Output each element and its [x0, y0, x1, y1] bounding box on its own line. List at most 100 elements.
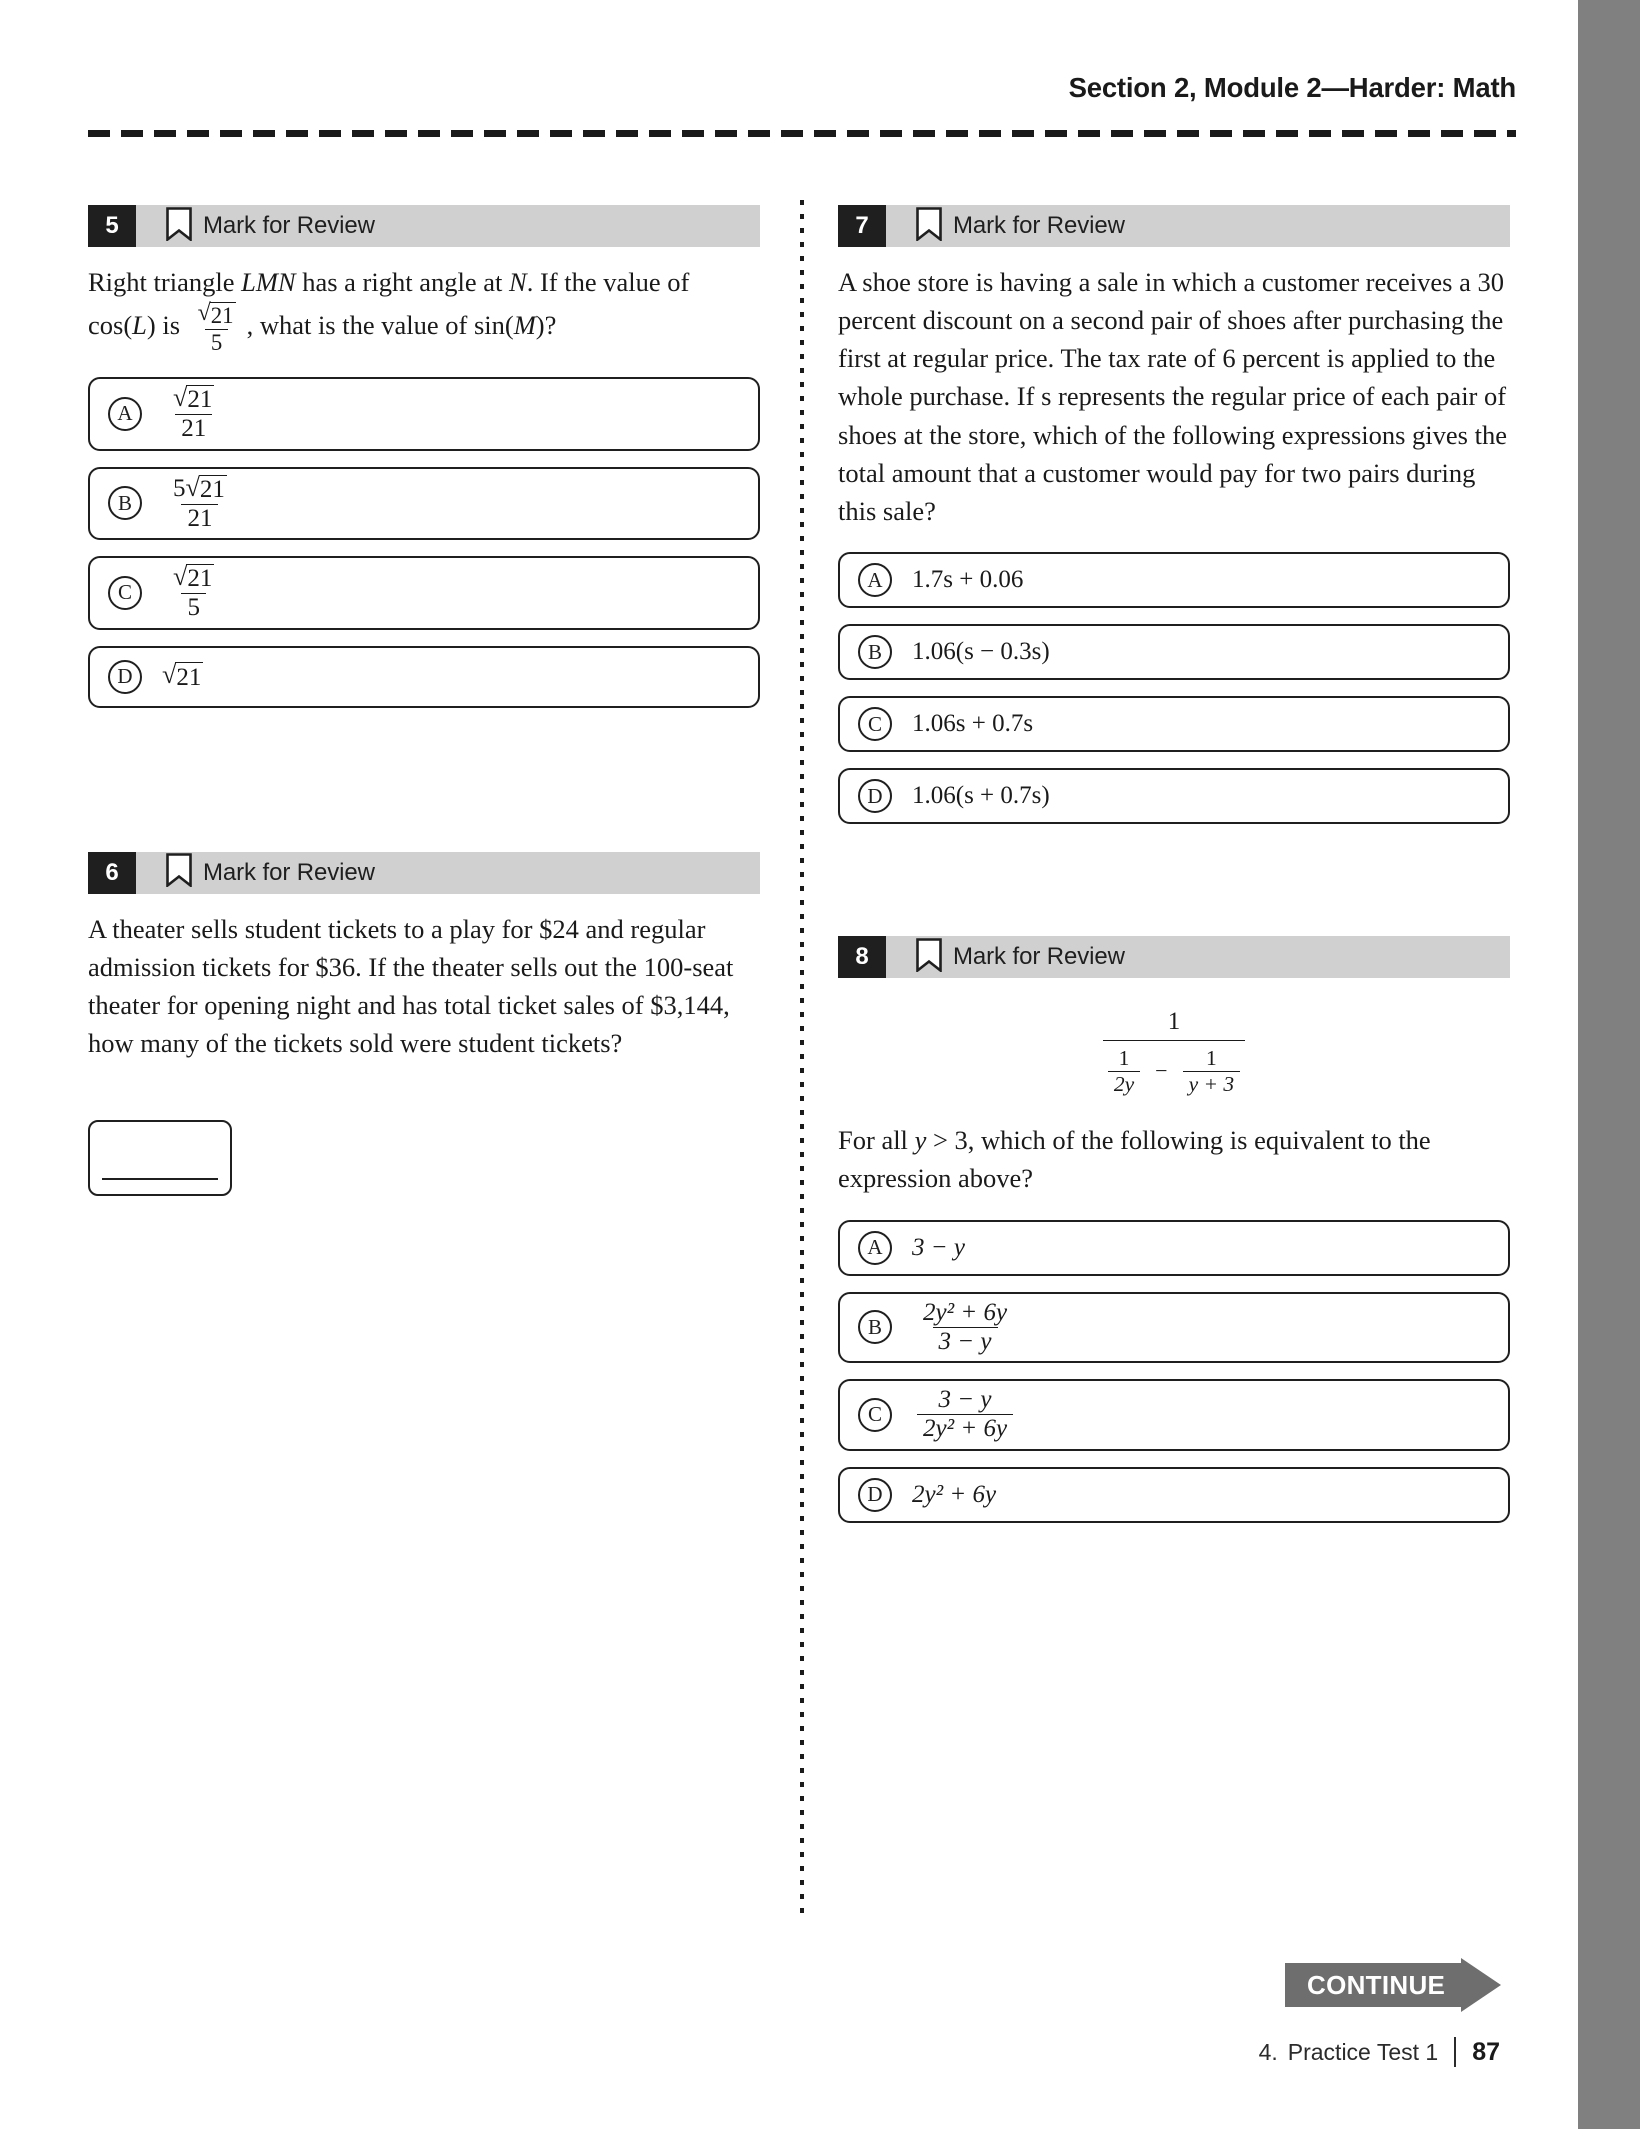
book-section-title: Practice Test 1: [1287, 2038, 1439, 2065]
choice-bubble-a[interactable]: A: [858, 1230, 892, 1265]
question-header-8: 8 Mark for Review: [838, 936, 1510, 979]
variable-l: L: [132, 310, 147, 341]
choice-text-b: 2y² + 6y 3 − y: [912, 1298, 1018, 1356]
complex-fraction-denominator: 1 2y − 1 y + 3: [1102, 1040, 1246, 1096]
fraction-denominator: 21: [181, 503, 219, 532]
continue-button[interactable]: CONTINUE: [1285, 1958, 1502, 2012]
bookmark-icon[interactable]: [916, 206, 942, 246]
bookmark-icon[interactable]: [166, 853, 192, 892]
mark-for-review-label-5[interactable]: Mark for Review: [203, 212, 375, 240]
inline-fraction-cos-value: √ 21 5: [192, 301, 242, 355]
stem-text-part: > 3, which of the following is equivalen…: [838, 1125, 1431, 1194]
mark-for-review-label-7[interactable]: Mark for Review: [953, 212, 1125, 240]
choice-option-a[interactable]: A 3 − y: [838, 1219, 1510, 1276]
choice-option-b[interactable]: B 1.06(s − 0.3s): [838, 624, 1510, 681]
sqrt-icon: √ 21: [162, 659, 204, 691]
choice-bubble-d[interactable]: D: [858, 1477, 892, 1512]
choice-bubble-c[interactable]: C: [108, 575, 142, 610]
radicand: 21: [209, 302, 236, 329]
radicand: 21: [198, 474, 227, 503]
answer-underline: [102, 1177, 218, 1181]
variable-m: M: [513, 310, 536, 341]
choice-bubble-a[interactable]: A: [858, 563, 892, 598]
sqrt-icon: √ 21: [197, 300, 236, 329]
minus-operator: −: [1155, 1058, 1168, 1084]
inner-denominator: 2y: [1107, 1070, 1141, 1096]
choice-text-c: 3 − y 2y² + 6y: [912, 1386, 1018, 1443]
choice-option-c[interactable]: C 1.06s + 0.7s: [838, 696, 1510, 753]
question-stem-8: For all y > 3, which of the following is…: [838, 1121, 1510, 1197]
choice-option-c[interactable]: C 3 − y 2y² + 6y: [838, 1379, 1510, 1451]
fraction-denominator: 21: [175, 414, 213, 442]
fraction-denominator: 3 − y: [932, 1326, 998, 1355]
question-number-7: 7: [838, 205, 886, 247]
fraction-coefficient: 5: [173, 474, 186, 502]
running-head: Section 2, Module 2—Harder: Math: [1068, 72, 1517, 103]
radicand: 21: [186, 385, 215, 413]
stem-text-part: ) is: [146, 310, 187, 341]
choice-option-d[interactable]: D 2y² + 6y: [838, 1466, 1510, 1523]
fraction-denominator: 5: [204, 329, 229, 355]
bookmark-icon[interactable]: [916, 937, 942, 977]
fraction: √ 21 5: [167, 562, 220, 622]
display-expression-8: 1 1 2y − 1 y + 3: [838, 1008, 1510, 1095]
complex-fraction-numerator: 1: [1167, 1008, 1181, 1036]
page-number: 87: [1472, 2037, 1500, 2066]
choice-text-d: √ 21: [162, 659, 204, 692]
sqrt-icon: √ 21: [185, 472, 227, 503]
choice-option-a[interactable]: A 1.7s + 0.06: [838, 552, 1510, 609]
sqrt-icon: √ 21: [173, 562, 215, 592]
answer-input-box-6[interactable]: [88, 1120, 232, 1197]
right-edge-bleed-bar: [1578, 0, 1640, 2129]
question-block-5: 5 Mark for Review Right triangle LMN has…: [88, 205, 760, 708]
inner-numerator: 1: [1118, 1046, 1130, 1071]
mark-for-review-label-6[interactable]: Mark for Review: [203, 859, 375, 887]
question-header-7: 7 Mark for Review: [838, 205, 1510, 247]
question-number-6: 6: [88, 851, 136, 894]
choice-option-c[interactable]: C √ 21 5: [88, 556, 760, 630]
choice-bubble-c[interactable]: C: [858, 1397, 892, 1432]
choice-option-b[interactable]: B 5 √ 21 21: [88, 466, 760, 540]
radicand: 21: [175, 661, 204, 691]
choice-bubble-b[interactable]: B: [858, 635, 892, 670]
bookmark-icon[interactable]: [166, 206, 192, 246]
choice-text-c: 1.06s + 0.7s: [912, 710, 1034, 738]
continue-label: CONTINUE: [1285, 1963, 1462, 2007]
question-number-5: 5: [88, 205, 136, 247]
page-canvas: Section 2, Module 2—Harder: Math 5 Mark …: [0, 0, 1578, 2129]
inner-numerator: 1: [1205, 1046, 1217, 1071]
question-header-6: 6 Mark for Review: [88, 851, 760, 894]
answer-choices-7: A 1.7s + 0.06 B 1.06(s − 0.3s) C 1.06s +…: [838, 552, 1510, 825]
fraction: 3 − y 2y² + 6y: [917, 1386, 1014, 1443]
complex-fraction: 1 1 2y − 1 y + 3: [1102, 1008, 1246, 1096]
choice-bubble-c[interactable]: C: [858, 707, 892, 742]
choice-option-b[interactable]: B 2y² + 6y 3 − y: [838, 1291, 1510, 1364]
stem-text-part: For all: [838, 1125, 915, 1156]
answer-choices-5: A √ 21 21 B 5 √ 21 21 C √ 21 5 D √ 21: [88, 377, 760, 708]
choice-text-d: 1.06(s + 0.7s): [912, 782, 1050, 810]
footer-folio: 4. Practice Test 1 87: [1259, 2037, 1500, 2067]
fraction-numerator: 2y² + 6y: [923, 1298, 1008, 1326]
inner-fraction-left: 1 2y: [1107, 1046, 1141, 1096]
choice-bubble-b[interactable]: B: [108, 486, 142, 521]
choice-bubble-d[interactable]: D: [108, 659, 142, 694]
choice-bubble-a[interactable]: A: [108, 396, 142, 431]
choice-bubble-d[interactable]: D: [858, 779, 892, 814]
question-block-6: 6 Mark for Review A theater sells studen…: [88, 851, 760, 1197]
inner-fraction-right: 1 y + 3: [1182, 1046, 1241, 1095]
fraction-numerator: 3 − y: [938, 1386, 992, 1414]
stem-text-part: , what is the value of sin(: [246, 310, 514, 341]
question-stem-6: A theater sells student tickets to a pla…: [88, 913, 734, 1058]
choice-option-a[interactable]: A √ 21 21: [88, 377, 760, 451]
choice-option-d[interactable]: D 1.06(s + 0.7s): [838, 768, 1510, 825]
choice-text-a: 1.7s + 0.06: [912, 566, 1024, 594]
choice-option-d[interactable]: D √ 21: [88, 645, 760, 708]
choice-bubble-b[interactable]: B: [858, 1310, 892, 1345]
mark-for-review-label-8[interactable]: Mark for Review: [953, 943, 1125, 971]
question-block-7: 7 Mark for Review A shoe store is having…: [838, 205, 1510, 825]
question-header-5: 5 Mark for Review: [88, 205, 760, 247]
choice-text-b: 1.06(s − 0.3s): [912, 638, 1050, 666]
choice-text-a: 3 − y: [912, 1233, 965, 1261]
choice-text-a: √ 21 21: [162, 384, 225, 443]
